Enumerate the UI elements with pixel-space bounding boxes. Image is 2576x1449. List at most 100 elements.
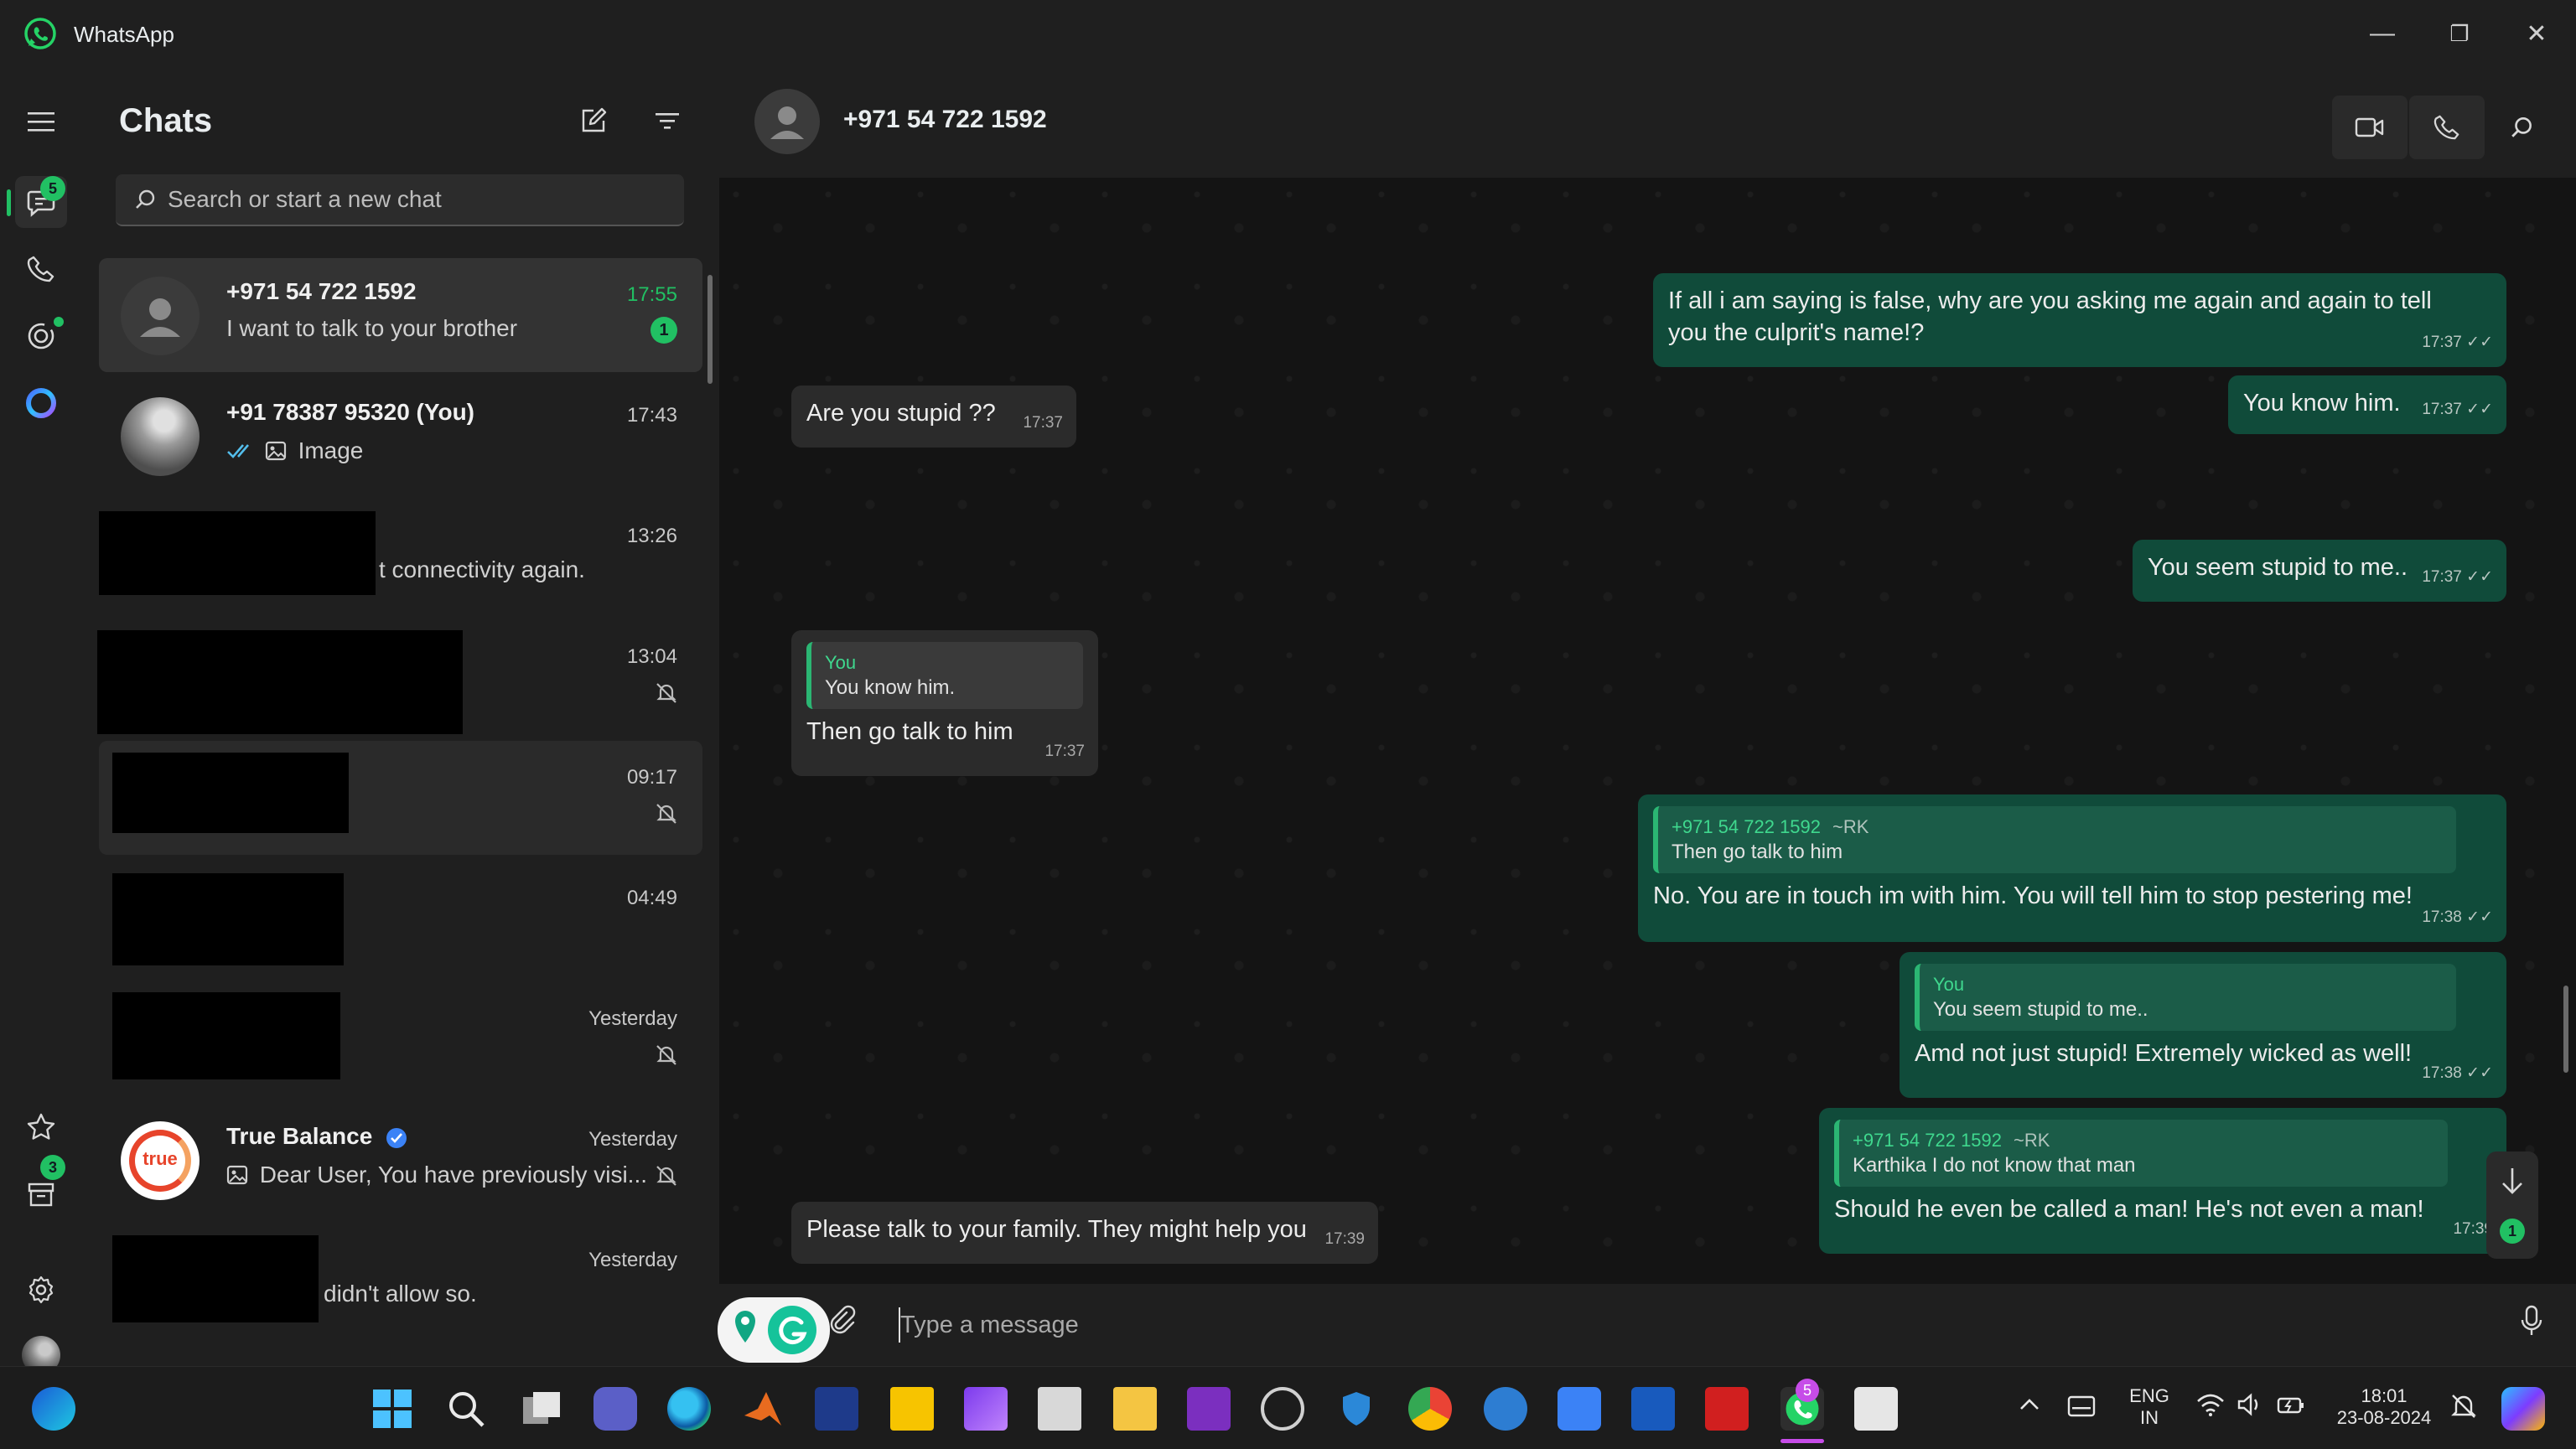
- docs-app-icon[interactable]: [1558, 1387, 1601, 1431]
- start-button[interactable]: [371, 1387, 414, 1431]
- message-bubble-outgoing[interactable]: You know him. 17:37 ✓✓: [2228, 375, 2506, 434]
- copilot-icon[interactable]: [2501, 1387, 2545, 1431]
- title-bar: WhatsApp — ❐ ✕: [0, 0, 2576, 67]
- message-bubble-incoming[interactable]: Please talk to your family. They might h…: [791, 1202, 1378, 1264]
- avatar-text: true: [143, 1148, 178, 1169]
- message-bubble-incoming[interactable]: You You know him. Then go talk to him 17…: [791, 630, 1098, 776]
- chat-item[interactable]: Yesterday: [99, 982, 702, 1096]
- message-bubble-outgoing[interactable]: +971 54 722 1592 ~RK Karthika I do not kn…: [1819, 1108, 2506, 1254]
- browser-app-icon[interactable]: [1484, 1387, 1527, 1431]
- contact-name[interactable]: +971 54 722 1592: [843, 106, 1047, 134]
- app-icon[interactable]: [1261, 1387, 1304, 1431]
- close-button[interactable]: ✕: [2511, 10, 2562, 57]
- chat-time: 13:26: [626, 525, 677, 547]
- chrome-icon[interactable]: [1408, 1387, 1452, 1431]
- redacted-block: [112, 753, 349, 833]
- nav-calls-button[interactable]: [15, 243, 67, 295]
- chat-item[interactable]: didn't allow so. Yesterday: [99, 1224, 702, 1338]
- chat-item[interactable]: 13:04: [97, 620, 702, 734]
- onenote-icon[interactable]: [1187, 1387, 1231, 1431]
- contact-avatar[interactable]: [754, 89, 820, 154]
- search-box[interactable]: [116, 174, 684, 226]
- status-dot: [54, 317, 64, 327]
- chat-item[interactable]: 04:49: [99, 862, 702, 975]
- message-bubble-outgoing[interactable]: +971 54 722 1592 ~RK Then go talk to him …: [1638, 794, 2506, 942]
- message-time: 17:37: [1023, 414, 1063, 432]
- sticky-notes-icon[interactable]: [890, 1387, 934, 1431]
- chevron-up-icon: [2020, 1399, 2039, 1410]
- defender-icon[interactable]: [1335, 1387, 1378, 1431]
- volume-icon[interactable]: [2237, 1392, 2265, 1417]
- quoted-message[interactable]: You You seem stupid to me..: [1915, 964, 2456, 1031]
- chat-time: 13:04: [626, 645, 677, 668]
- clock[interactable]: 18:01 23-08-2024: [2325, 1385, 2443, 1429]
- snipping-tool-icon[interactable]: [1854, 1387, 1898, 1431]
- battery-icon[interactable]: [2277, 1392, 2305, 1417]
- message-scrollbar[interactable]: [2563, 986, 2568, 1073]
- tablet-mode-icon[interactable]: [2067, 1394, 2096, 1419]
- search-messages-button[interactable]: [2495, 96, 2550, 159]
- chat-preview: didn't allow so.: [324, 1281, 477, 1307]
- message-bubble-outgoing[interactable]: You You seem stupid to me.. Amd not just…: [1900, 952, 2506, 1098]
- redacted-block: [112, 992, 340, 1079]
- avatar: [121, 277, 200, 355]
- taskbar: 5 ENG IN 18:01 23-08-2024: [0, 1366, 2576, 1449]
- attach-button[interactable]: [827, 1304, 860, 1346]
- phone-icon: [27, 256, 54, 282]
- notification-icon[interactable]: [2449, 1392, 2478, 1421]
- message-bubble-outgoing[interactable]: You seem stupid to me.. 17:37 ✓✓: [2133, 540, 2506, 602]
- chat-item[interactable]: +91 78387 95320 (You) Image 17:43: [99, 379, 702, 493]
- chat-preview: Dear User, You have previously visi...: [259, 1161, 648, 1188]
- file-explorer-icon[interactable]: [1113, 1387, 1157, 1431]
- video-call-button[interactable]: [2332, 96, 2408, 159]
- search-input[interactable]: [168, 174, 671, 225]
- voice-call-button[interactable]: [2409, 96, 2485, 159]
- restore-button[interactable]: ❐: [2434, 10, 2485, 57]
- nav-starred-button[interactable]: [15, 1101, 67, 1153]
- minimize-button[interactable]: —: [2357, 10, 2408, 57]
- quote-author-tag: ~RK: [2014, 1130, 2050, 1151]
- nav-meta-ai-button[interactable]: [15, 377, 67, 429]
- paperclip-icon: [830, 1305, 856, 1334]
- composer-bar: [718, 1284, 2576, 1366]
- wifi-icon[interactable]: [2196, 1392, 2225, 1417]
- task-view-button[interactable]: [520, 1387, 563, 1431]
- new-chat-button[interactable]: [578, 106, 615, 142]
- scroll-to-bottom-button[interactable]: 1: [2486, 1151, 2538, 1259]
- quoted-message[interactable]: +971 54 722 1592 ~RK Karthika I do not kn…: [1834, 1120, 2448, 1187]
- menu-button[interactable]: [15, 96, 67, 147]
- chat-item[interactable]: +971 54 722 1592 I want to talk to your …: [99, 258, 702, 372]
- message-bubble-outgoing[interactable]: If all i am saying is false, why are you…: [1653, 273, 2506, 367]
- chat-item[interactable]: 09:17: [99, 741, 702, 855]
- grammarly-widget[interactable]: [718, 1297, 830, 1363]
- voice-message-button[interactable]: [2518, 1304, 2552, 1346]
- chat-list-scrollbar[interactable]: [707, 275, 713, 384]
- chat-item[interactable]: t connectivity again. 13:26: [99, 499, 702, 613]
- media-app-icon[interactable]: [964, 1387, 1008, 1431]
- image-icon: [265, 441, 287, 461]
- taskbar-search-button[interactable]: [444, 1387, 488, 1431]
- message-time: 17:37: [1044, 743, 1085, 760]
- image-viewer-icon[interactable]: [1038, 1387, 1081, 1431]
- filter-icon: [656, 113, 679, 129]
- language-indicator[interactable]: ENG IN: [2124, 1385, 2174, 1429]
- active-app-indicator: [1780, 1439, 1824, 1443]
- matlab-icon[interactable]: [741, 1387, 785, 1431]
- show-hidden-icons-button[interactable]: [2019, 1395, 2040, 1412]
- dev-app-icon[interactable]: [815, 1387, 858, 1431]
- acrobat-icon[interactable]: [1705, 1387, 1749, 1431]
- word-icon[interactable]: [1631, 1387, 1675, 1431]
- edge-browser-icon[interactable]: [667, 1387, 711, 1431]
- nav-settings-button[interactable]: [15, 1264, 67, 1316]
- message-input[interactable]: [900, 1304, 2325, 1346]
- archived-badge: 3: [40, 1155, 65, 1180]
- widgets-icon[interactable]: [32, 1387, 75, 1431]
- quoted-message[interactable]: +971 54 722 1592 ~RK Then go talk to him: [1653, 806, 2456, 873]
- teams-chat-icon[interactable]: [593, 1387, 637, 1431]
- quoted-message[interactable]: You You know him.: [806, 642, 1083, 709]
- chat-item[interactable]: true True Balance Dear User, You have pr…: [99, 1103, 702, 1217]
- filter-button[interactable]: [652, 106, 689, 142]
- message-time: 17:37 ✓✓: [2422, 568, 2493, 586]
- message-bubble-incoming[interactable]: Are you stupid ?? 17:37: [791, 386, 1076, 448]
- search-icon: [134, 188, 158, 211]
